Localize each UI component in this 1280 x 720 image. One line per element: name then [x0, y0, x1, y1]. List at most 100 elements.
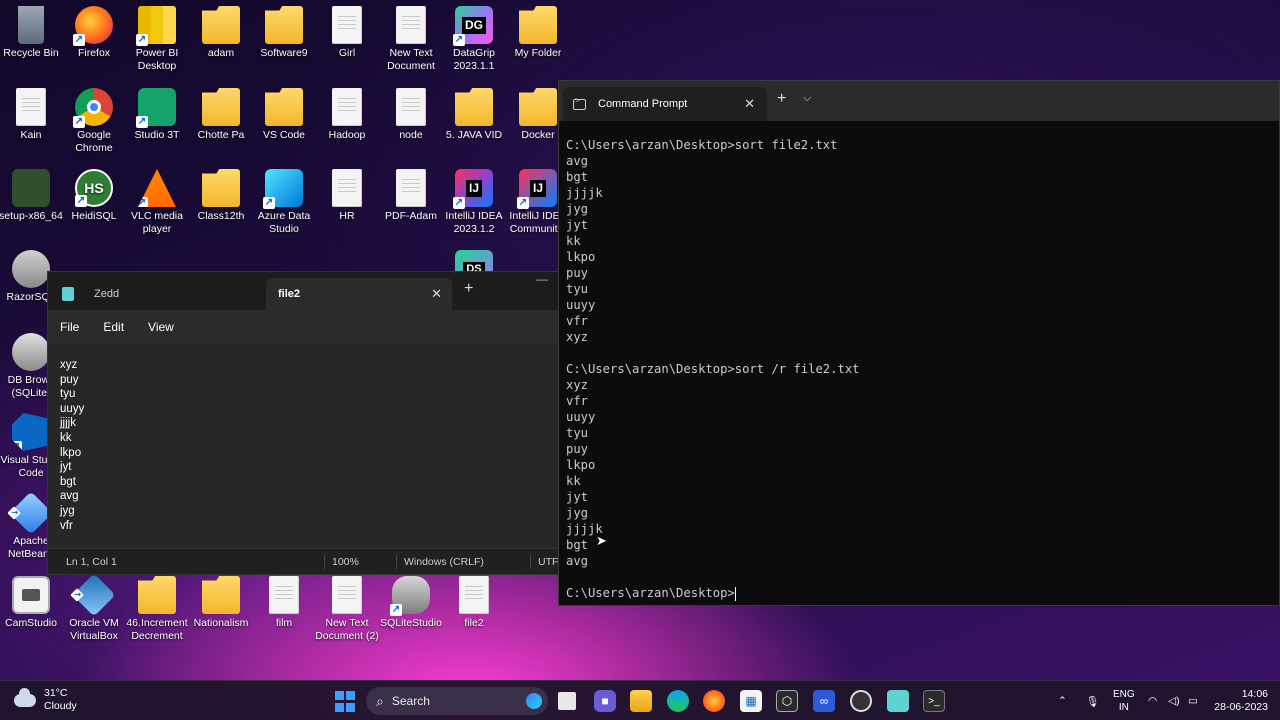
close-icon[interactable]: ✕	[744, 96, 755, 112]
chevron-up-icon[interactable]: ⌃	[1058, 681, 1067, 720]
folder-icon	[265, 6, 303, 44]
search-input[interactable]: ⌕ Search	[366, 687, 548, 715]
desktop-icon-class12th[interactable]: Class12th	[188, 169, 254, 223]
weather-widget[interactable]: 31°C Cloudy	[14, 687, 77, 713]
windows-start-icon[interactable]	[334, 690, 356, 712]
desktop-icon-intellij-ultimate[interactable]: IJ IntelliJ IDEA 2023.1.2	[441, 169, 507, 236]
terminal-prompt-line[interactable]: C:\Users\arzan\Desktop>	[566, 585, 1279, 601]
desktop-icon-label: Firefox	[77, 47, 111, 59]
obs-icon[interactable]	[850, 690, 872, 712]
desktop-icon-increment-decrement[interactable]: 46.Increment Decrement	[124, 576, 190, 643]
terminal-output-line: jjjjk	[566, 522, 603, 536]
status-divider	[324, 555, 325, 569]
desktop-icon-new-text-document[interactable]: New Text Document	[378, 6, 444, 73]
tab-zedd[interactable]: Zedd	[56, 278, 266, 310]
desktop-icon-sqlitestudio[interactable]: SQLiteStudio	[378, 576, 444, 630]
menu-edit[interactable]: Edit	[103, 320, 124, 334]
desktop-icon-label: Azure Data Studio	[257, 210, 311, 235]
desktop-icon-label: Nationalism	[193, 617, 249, 629]
notepad-line: xyz	[60, 359, 78, 371]
store-icon[interactable]: ▦	[740, 690, 762, 712]
desktop-icon-new-text-document-2[interactable]: New Text Document (2)	[314, 576, 380, 643]
notepad-icon[interactable]	[887, 690, 909, 712]
zoom-level[interactable]: 100%	[332, 556, 359, 568]
unity-icon[interactable]: ⬡	[776, 690, 798, 712]
desktop-icon-my-folder[interactable]: My Folder	[505, 6, 571, 60]
desktop-icon-adam[interactable]: adam	[188, 6, 254, 60]
desktop-icon-label: Power BI Desktop	[135, 47, 179, 72]
tab-command-prompt[interactable]: Command Prompt ✕	[563, 87, 767, 121]
desktop-icon-power-bi[interactable]: Power BI Desktop	[124, 6, 190, 73]
desktop-icon-vs-code-folder[interactable]: VS Code	[251, 88, 317, 142]
clock-date: 28-06-2023	[1214, 701, 1268, 713]
heidisql-icon: HS	[75, 169, 113, 207]
desktop-icon-recycle-bin[interactable]: Recycle Bin	[0, 6, 64, 60]
desktop-icon-datagrip[interactable]: DG DataGrip 2023.1.1	[441, 6, 507, 73]
file-explorer-icon[interactable]	[630, 690, 652, 712]
desktop-icon-java-vid[interactable]: 5. JAVA VID	[441, 88, 507, 142]
desktop-icon-chrome[interactable]: Google Chrome	[61, 88, 127, 155]
volume-icon[interactable]: ◁)	[1168, 681, 1180, 720]
chevron-down-icon[interactable]: ⌵	[803, 92, 811, 105]
clock[interactable]: 14:06 28-06-2023	[1214, 688, 1268, 714]
intellij-icon: IJ	[517, 169, 557, 209]
menu-view[interactable]: View	[148, 320, 174, 334]
desktop-icon-label: IntelliJ IDEA 2023.1.2	[445, 210, 503, 235]
desktop-icon-hr[interactable]: HR	[314, 169, 380, 223]
recycle-bin-icon	[18, 6, 44, 44]
edge-icon[interactable]	[667, 690, 689, 712]
tab-file2[interactable]: file2 ✕	[266, 278, 452, 310]
desktop-icon-vlc[interactable]: VLC media player	[124, 169, 190, 236]
terminal-output-line: tyu	[566, 426, 589, 440]
text-file-icon	[332, 576, 362, 614]
firefox-icon[interactable]	[703, 690, 725, 712]
search-icon: ⌕	[376, 692, 384, 709]
desktop-icon-kain[interactable]: Kain	[0, 88, 64, 142]
desktop-icon-firefox[interactable]: Firefox	[61, 6, 127, 60]
battery-icon[interactable]: ▭	[1188, 681, 1198, 720]
desktop-icon-chotte-pa[interactable]: Chotte Pa	[188, 88, 254, 142]
terminal-titlebar[interactable]: Command Prompt ✕ + ⌵	[559, 81, 1279, 121]
desktop-icon-label: node	[399, 129, 423, 141]
notepad-window: Zedd file2 ✕ + — File Edit View xyz puy ty…	[47, 271, 567, 575]
minimize-icon[interactable]: —	[536, 272, 548, 286]
new-tab-icon[interactable]: +	[464, 280, 473, 298]
notepad-titlebar[interactable]: Zedd file2 ✕ + —	[48, 272, 566, 310]
notepad-menubar: File Edit View	[48, 310, 566, 344]
microphone-icon[interactable]: 🎙	[1086, 681, 1099, 720]
wifi-icon[interactable]: ◠	[1148, 681, 1157, 720]
text-file-icon	[332, 6, 362, 44]
desktop-icon-label: New Text Document (2)	[315, 617, 379, 642]
desktop-icon-nationalism[interactable]: Nationalism	[188, 576, 254, 630]
desktop-icon-label: VS Code	[262, 129, 306, 141]
desktop-icon-film[interactable]: film	[251, 576, 317, 630]
desktop-icon-setup[interactable]: setup-x86_64	[0, 169, 64, 223]
desktop-icon-heidisql[interactable]: HS HeidiSQL	[61, 169, 127, 223]
terminal-output[interactable]: C:\Users\arzan\Desktop>sort file2.txt avg…	[559, 121, 1279, 601]
desktop-icon-file2[interactable]: file2	[441, 576, 507, 630]
desktop-icon-studio3t[interactable]: Studio 3T	[124, 88, 190, 142]
notepad-text-area[interactable]: xyz puy tyu uuyy jjjjk kk lkpo jyt bgt avg jyg vfr	[48, 344, 566, 549]
menu-file[interactable]: File	[60, 320, 79, 334]
desktop-icon-azure-data-studio[interactable]: Azure Data Studio	[251, 169, 317, 236]
desktop-icon-camstudio[interactable]: CamStudio	[0, 576, 64, 630]
desktop-icon-girl[interactable]: Girl	[314, 6, 380, 60]
terminal-output-line: uuyy	[566, 410, 596, 424]
desktop-icon-node[interactable]: node	[378, 88, 444, 142]
desktop-icon-software9[interactable]: Software9	[251, 6, 317, 60]
new-tab-icon[interactable]: +	[777, 90, 786, 108]
close-icon[interactable]: ✕	[431, 286, 442, 302]
installer-icon	[12, 169, 50, 207]
visual-studio-icon[interactable]: ∞	[813, 690, 835, 712]
task-view-icon[interactable]	[558, 692, 576, 710]
desktop-icon-label: 5. JAVA VID	[445, 129, 503, 141]
language-indicator[interactable]: ENG IN	[1113, 688, 1135, 714]
teams-chat-icon[interactable]: ■	[594, 690, 616, 712]
terminal-icon[interactable]: >_	[923, 690, 945, 712]
line-endings[interactable]: Windows (CRLF)	[404, 556, 484, 568]
desktop-icon-hadoop[interactable]: Hadoop	[314, 88, 380, 142]
desktop-icon-virtualbox[interactable]: Oracle VM VirtualBox	[61, 573, 127, 643]
notepad-statusbar: Ln 1, Col 1 100% Windows (CRLF) UTF-	[48, 548, 566, 574]
desktop-icon-pdf-adam[interactable]: PDF-Adam	[378, 169, 444, 223]
